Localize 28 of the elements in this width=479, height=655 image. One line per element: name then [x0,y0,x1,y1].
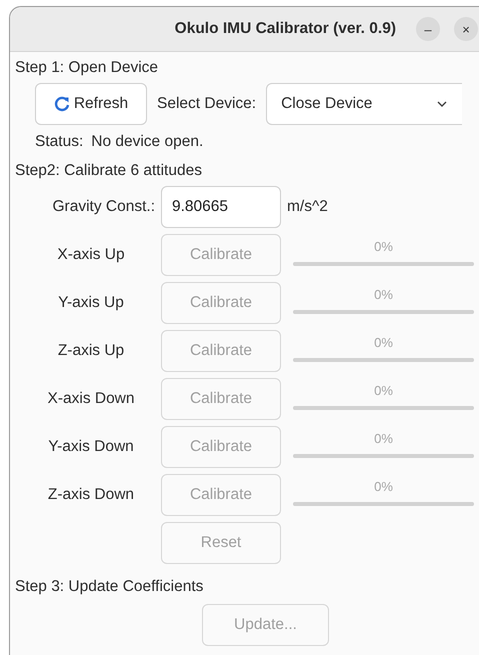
section-heading: Step 1: Open Device [15,58,160,78]
refresh-icon [54,96,70,112]
attitude-label: Y-axis Down [47,438,134,456]
attitude-label: Y-axis Up [57,294,124,312]
gravity-input[interactable]: 9.80665 [161,186,281,228]
progress-text: 0% [374,238,393,254]
status-label: Status: [35,132,84,152]
device-dropdown[interactable]: Close Device [266,83,462,125]
section-heading: Step2: Calibrate 6 attitudes [15,161,203,181]
progress-text: 0% [374,334,393,350]
progress-text: 0% [374,478,393,494]
chevron-down-icon [436,100,448,108]
minimize-button[interactable]: – [416,17,440,41]
close-button[interactable]: × [454,17,478,41]
refresh-button[interactable]: Refresh [35,83,147,125]
window-title: Okulo IMU Calibrator (ver. 0.9) [174,20,396,38]
progress-text: 0% [374,382,393,398]
attitude-label: X-axis Up [56,246,125,264]
device-label: Select Device: [157,95,256,113]
progress-text: 0% [374,286,393,302]
gravity-label: Gravity Const.: [52,198,155,216]
unit-label: m/s^2 [287,198,329,216]
attitude-label: X-axis Down [46,390,134,408]
status-value: No device open. [91,132,204,152]
attitude-label: Z-axis Up [56,342,124,360]
attitude-label: Z-axis Down [46,486,134,504]
progress-text: 0% [374,430,393,446]
section-heading: Step 3: Update Coefficients [15,577,204,597]
